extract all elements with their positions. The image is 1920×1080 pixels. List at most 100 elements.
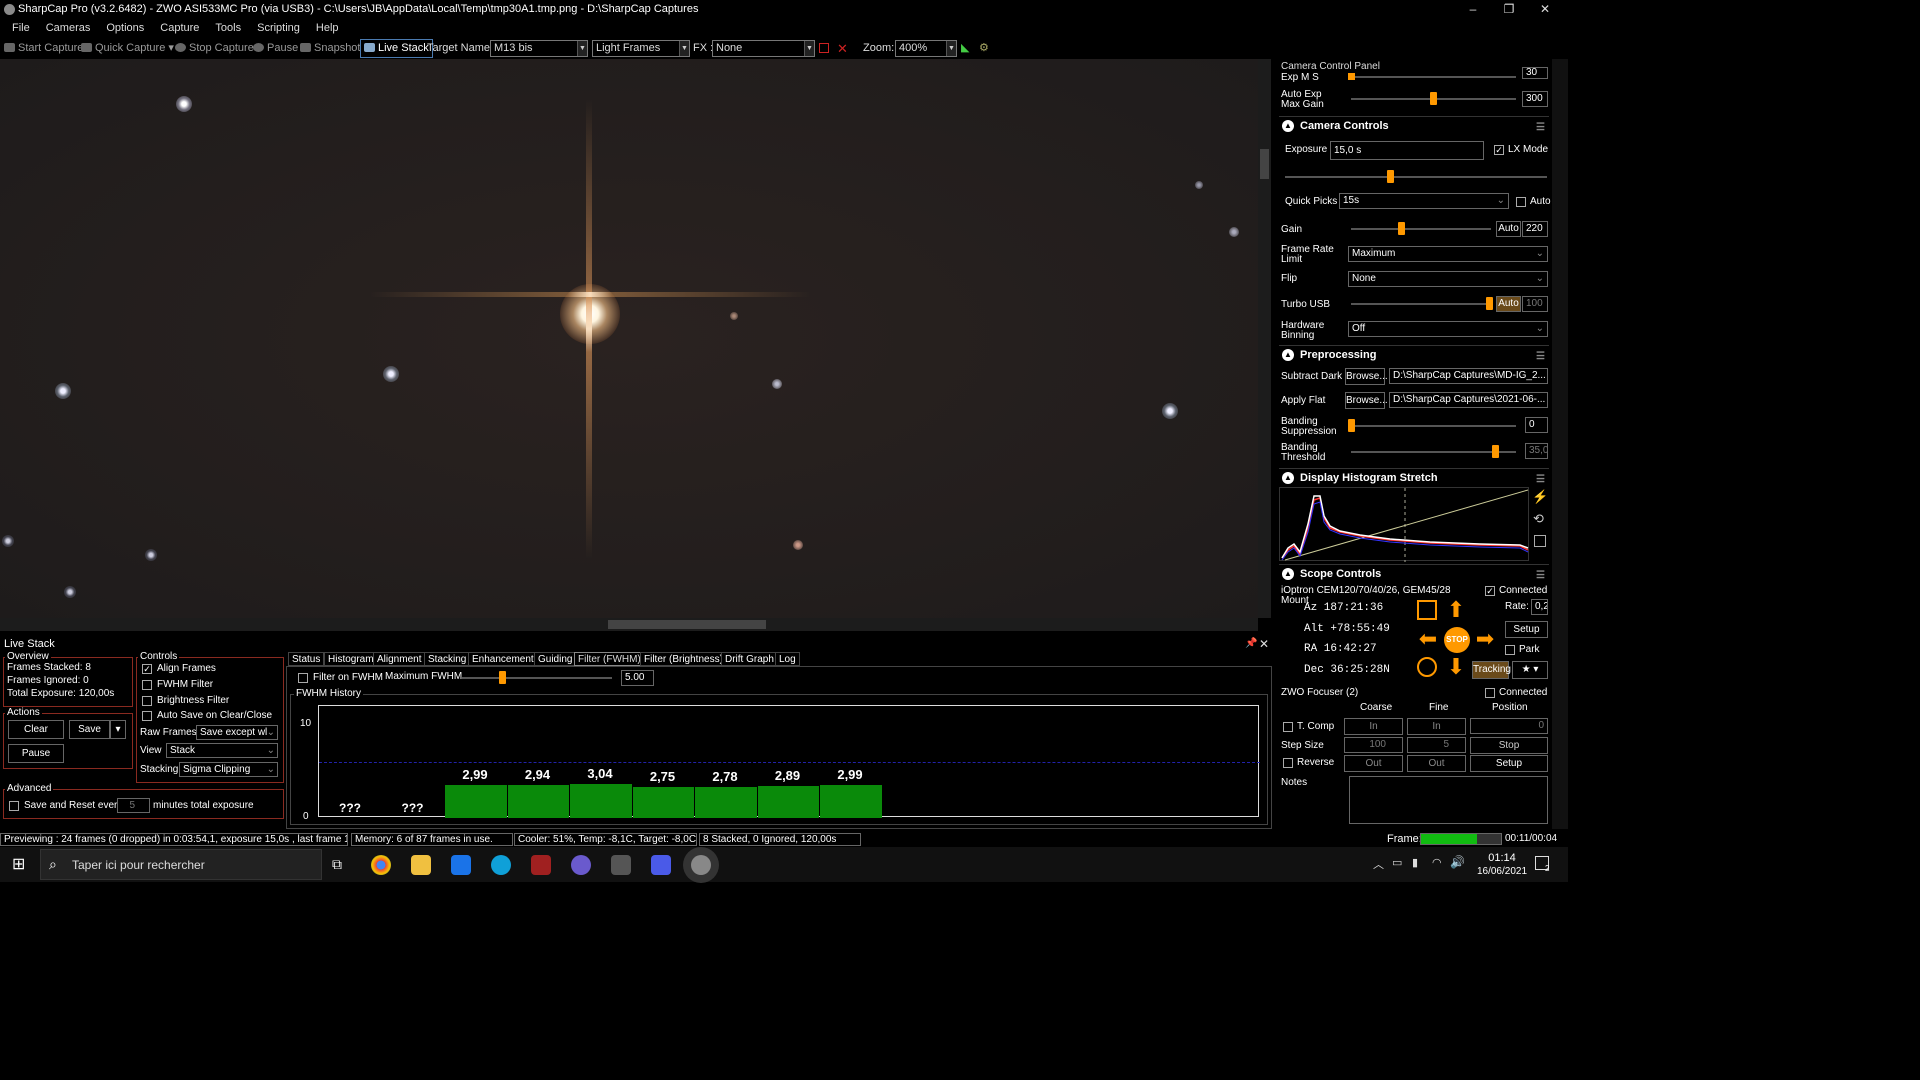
dark-path-combo[interactable]: D:\SharpCap Captures\MD-IG_2... — [1389, 368, 1548, 384]
tracking-button[interactable]: Tracking — [1472, 661, 1511, 679]
snapshot-button[interactable]: Snapshot — [300, 41, 360, 56]
fine-in-button[interactable]: In — [1407, 718, 1466, 735]
tracking-rate-combo[interactable]: ★ ▾ — [1512, 661, 1548, 679]
clock-date[interactable]: 16/06/2021 — [1472, 866, 1532, 877]
focuser-connected-checkbox[interactable] — [1485, 688, 1495, 698]
slider-thumb[interactable] — [1387, 170, 1394, 183]
chevron-down-icon[interactable]: ▼ — [804, 41, 814, 56]
chevron-down-icon[interactable]: ⌄ — [267, 726, 275, 739]
save-button[interactable]: Save — [69, 720, 110, 739]
menu-options[interactable]: Options — [98, 19, 152, 38]
scroll-thumb[interactable] — [608, 620, 766, 629]
align-frames-checkbox[interactable]: ✓ — [142, 664, 152, 674]
view-combo[interactable]: Stack ⌄ — [166, 743, 278, 758]
slider-thumb[interactable] — [1348, 419, 1355, 432]
reverse-checkbox[interactable] — [1283, 758, 1293, 768]
tab-log[interactable]: Log — [775, 652, 800, 666]
windows-start-icon[interactable]: ⊞ — [12, 857, 25, 873]
menu-file[interactable]: File — [4, 19, 38, 38]
chevron-down-icon[interactable]: ▼ — [946, 41, 956, 56]
auto-save-checkbox[interactable] — [142, 711, 152, 721]
wifi-icon[interactable]: ◠ — [1432, 856, 1442, 869]
stop-capture-button[interactable]: Stop Capture — [175, 41, 254, 56]
app-icon-red[interactable] — [531, 855, 551, 875]
brightness-filter-checkbox[interactable] — [142, 696, 152, 706]
tab-filter-brightness[interactable]: Filter (Brightness) — [640, 652, 727, 666]
slider-thumb[interactable] — [1492, 445, 1499, 458]
reset-icon[interactable]: ⟲ — [1533, 511, 1544, 527]
minutes-stepper[interactable]: 5 — [117, 798, 150, 813]
focuser-setup-button[interactable]: Setup — [1470, 755, 1548, 772]
menu-icon[interactable]: ☰ — [1536, 119, 1545, 137]
camera-controls-header[interactable]: ▲ Camera Controls ☰ — [1279, 116, 1549, 134]
slider-thumb[interactable] — [1398, 222, 1405, 235]
zoom-combo[interactable]: 400% ▼ — [895, 40, 957, 57]
menu-icon[interactable]: ☰ — [1536, 471, 1545, 489]
flip-combo[interactable]: None ⌄ — [1348, 271, 1548, 287]
chevron-up-icon[interactable]: ▲ — [1282, 472, 1294, 484]
arrow-down-icon[interactable]: ⬇ — [1443, 654, 1469, 680]
mount-connected-checkbox[interactable]: ✓ — [1485, 586, 1495, 596]
browse-dark-button[interactable]: Browse... — [1345, 368, 1388, 385]
mail-icon[interactable] — [451, 855, 471, 875]
edge-icon[interactable] — [491, 855, 511, 875]
chevron-down-icon[interactable]: ⌄ — [267, 763, 275, 776]
tray-device-icon[interactable]: ▭ — [1392, 856, 1402, 869]
gain-field[interactable]: 220 — [1522, 221, 1548, 237]
tab-filter-fwhm[interactable]: Filter (FWHM) — [574, 652, 645, 666]
roi-icon[interactable] — [819, 43, 829, 53]
clear-button[interactable]: Clear — [8, 720, 64, 739]
battery-icon[interactable]: ▮ — [1412, 856, 1418, 869]
chevron-down-icon[interactable]: ⌄ — [1536, 247, 1544, 261]
position-field[interactable]: 0 — [1470, 718, 1548, 734]
histogram-header[interactable]: ▲ Display Histogram Stretch ☰ — [1279, 468, 1549, 486]
slider-thumb[interactable] — [1430, 92, 1437, 105]
slider-thumb[interactable] — [499, 671, 506, 684]
chevron-down-icon[interactable]: ⌄ — [1536, 322, 1544, 336]
slider-thumb[interactable] — [1486, 297, 1493, 310]
maximize-button[interactable]: ❐ — [1492, 0, 1526, 19]
chrome-icon[interactable] — [371, 855, 391, 875]
menu-scripting[interactable]: Scripting — [249, 19, 308, 38]
chevron-up-icon[interactable]: ▲ — [1282, 349, 1294, 361]
banding-suppression-slider[interactable] — [1348, 419, 1516, 432]
close-button[interactable]: ✕ — [1528, 0, 1562, 19]
turbo-field[interactable]: 100 — [1522, 296, 1548, 312]
auto-stretch-icon[interactable]: ⚡ — [1532, 489, 1548, 505]
exp-ms-slider[interactable] — [1348, 73, 1516, 80]
chevron-up-icon[interactable]: ▲ — [1282, 120, 1294, 132]
quick-picks-auto-checkbox[interactable] — [1516, 197, 1526, 207]
tab-drift-graph[interactable]: Drift Graph — [721, 652, 778, 666]
tab-histogram[interactable]: Histogram — [324, 652, 378, 666]
panel-scrollbar[interactable] — [1552, 59, 1568, 829]
chevron-up-icon[interactable]: ▲ — [1282, 568, 1294, 580]
clear-roi-icon[interactable]: ✕ — [837, 41, 848, 56]
menu-capture[interactable]: Capture — [152, 19, 207, 38]
live-stack-button[interactable]: Live Stack — [360, 39, 433, 58]
max-fwhm-slider[interactable] — [462, 671, 612, 684]
quick-capture-button[interactable]: Quick Capture ▾ — [81, 41, 174, 56]
tray-expand-icon[interactable]: ︿ — [1373, 856, 1384, 872]
lx-mode-checkbox[interactable]: ✓ — [1494, 145, 1504, 155]
menu-icon[interactable]: ☰ — [1536, 567, 1545, 585]
exp-ms-field[interactable]: 30 — [1522, 67, 1548, 79]
coarse-step-field[interactable]: 100 — [1344, 737, 1403, 753]
exposure-field[interactable]: 15,0 s — [1330, 141, 1484, 160]
menu-icon[interactable]: ☰ — [1536, 348, 1545, 366]
app-icon-blue[interactable] — [651, 855, 671, 875]
coarse-out-button[interactable]: Out — [1344, 755, 1403, 772]
pause-stack-button[interactable]: Pause — [8, 744, 64, 763]
stop-button[interactable]: STOP — [1444, 627, 1470, 653]
auto-exp-max-gain-field[interactable]: 300 — [1522, 91, 1548, 107]
notes-textarea[interactable] — [1349, 776, 1548, 824]
fine-step-field[interactable]: 5 — [1407, 737, 1466, 753]
fwhm-filter-checkbox[interactable] — [142, 680, 152, 690]
save-dropdown-icon[interactable]: ▾ — [110, 720, 126, 739]
raw-frames-combo[interactable]: Save except wl ⌄ — [196, 725, 278, 740]
gain-slider[interactable] — [1351, 222, 1491, 235]
turbo-usb-slider[interactable] — [1351, 297, 1493, 310]
start-capture-button[interactable]: Start Capture — [4, 41, 83, 56]
quick-picks-combo[interactable]: 15s ⌄ — [1339, 193, 1509, 209]
arrow-left-icon[interactable]: ⬅ — [1415, 626, 1441, 652]
clock-time[interactable]: 01:14 — [1482, 852, 1522, 864]
